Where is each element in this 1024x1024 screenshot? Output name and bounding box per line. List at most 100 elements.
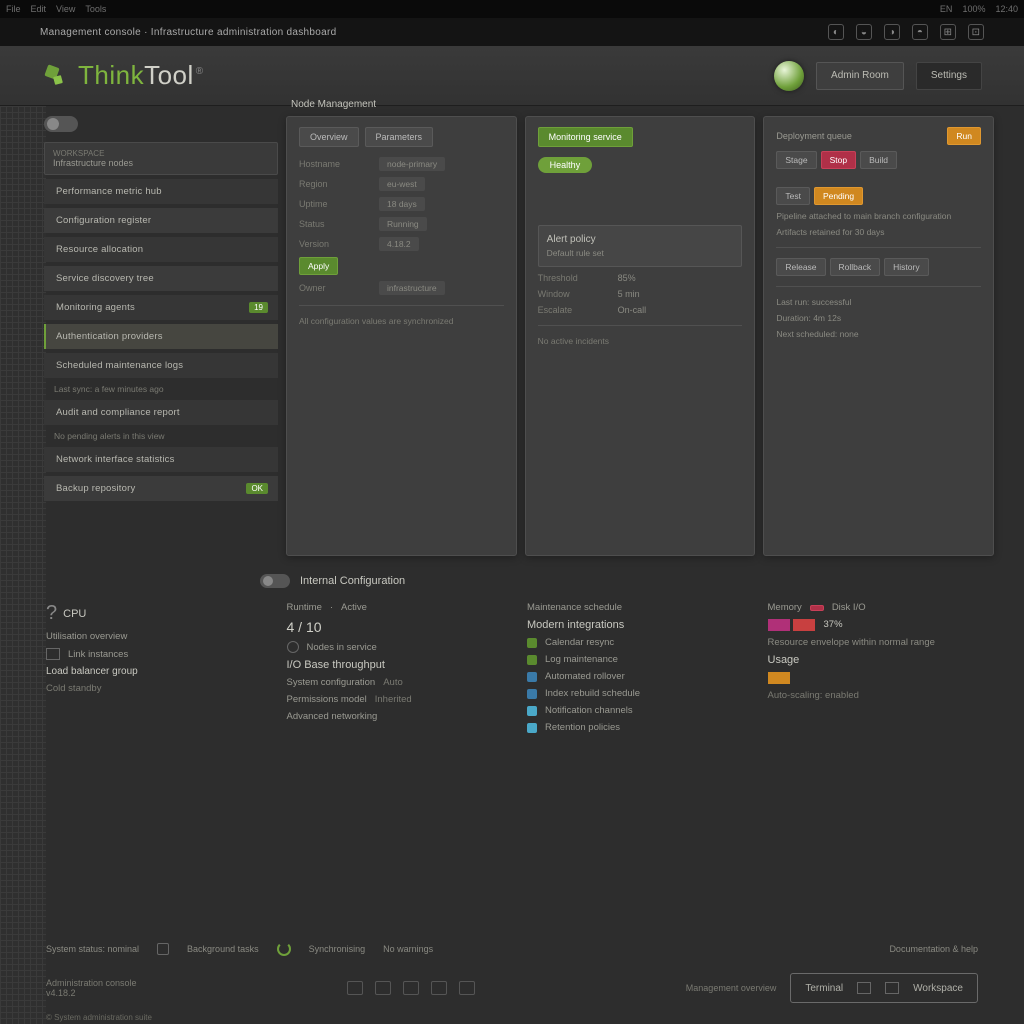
health-pill: Healthy <box>538 157 593 173</box>
field-status: Running <box>379 217 427 231</box>
sidebar-item-network[interactable]: Network interface statistics <box>44 447 278 472</box>
mini-icon-1[interactable] <box>347 981 363 995</box>
run-button[interactable]: Run <box>947 127 981 145</box>
notify-icon[interactable]: ◐ <box>828 24 844 40</box>
window-titlebar: Management console · Infrastructure admi… <box>0 18 1024 46</box>
sidebar-item-maintenance[interactable]: Scheduled maintenance logs <box>44 353 278 378</box>
sidebar: WORKSPACE Infrastructure nodes Performan… <box>18 116 278 556</box>
test-button[interactable]: Test <box>776 187 810 205</box>
mini-icon-4[interactable] <box>431 981 447 995</box>
user-icon[interactable]: ◑ <box>884 24 900 40</box>
usage-swatch: 37% <box>768 619 995 631</box>
logo-icon <box>42 64 66 88</box>
grid-icon[interactable]: ⊞ <box>940 24 956 40</box>
release-chip[interactable]: Release <box>776 258 825 276</box>
app-header: ThinkTool® Admin Room Settings <box>0 46 1024 106</box>
footer-version: v4.18.2 <box>46 988 137 998</box>
tab-monitoring-service[interactable]: Monitoring service <box>538 127 633 147</box>
sync-icon[interactable]: ◒ <box>856 24 872 40</box>
admin-room-button[interactable]: Admin Room <box>816 62 904 90</box>
history-chip[interactable]: History <box>884 258 928 276</box>
cpu-sub: Load balancer group <box>46 666 273 677</box>
cpu-row1: Utilisation overview <box>46 631 273 642</box>
os-menu-edit[interactable]: Edit <box>31 4 47 14</box>
field-threshold: 85% <box>618 273 636 283</box>
pending-tag: Pending <box>814 187 863 205</box>
section-toggle[interactable] <box>260 574 290 588</box>
lower-col-usage: Memory Disk I/O 37% Resource envelope wi… <box>768 602 995 836</box>
window-title: Management console · Infrastructure admi… <box>40 27 336 38</box>
os-menu-view[interactable]: View <box>56 4 75 14</box>
stop-button[interactable]: Stop <box>821 151 857 169</box>
field-window: 5 min <box>618 289 640 299</box>
sidebar-item-resource[interactable]: Resource allocation <box>44 237 278 262</box>
copyright: © System administration suite <box>46 1013 152 1022</box>
dot-icon <box>527 655 537 665</box>
divider-label: Internal Configuration <box>300 575 405 587</box>
mini-icon-3[interactable] <box>403 981 419 995</box>
panel3-stat1: Last run: successful <box>776 297 981 307</box>
sidebar-item-audit[interactable]: Audit and compliance report <box>44 400 278 425</box>
sidebar-subtext-1: Last sync: a few minutes ago <box>44 382 278 396</box>
sidebar-card-sub: Infrastructure nodes <box>53 158 269 168</box>
field-version: 4.18.2 <box>379 237 419 251</box>
sidebar-item-backup[interactable]: Backup repositoryOK <box>44 476 278 501</box>
panel2-foot: No active incidents <box>538 336 743 346</box>
os-lang: EN <box>940 4 953 14</box>
apply-button[interactable]: Apply <box>299 257 338 275</box>
field-owner: infrastructure <box>379 281 445 295</box>
tab-overview[interactable]: Overview <box>299 127 359 147</box>
alert-policy-card[interactable]: Alert policy Default rule set <box>538 225 743 267</box>
mini-icon-2[interactable] <box>375 981 391 995</box>
sidebar-item-performance[interactable]: Performance metric hub <box>44 179 278 204</box>
help-link[interactable]: Documentation & help <box>889 944 978 954</box>
lower-col-runtime: Runtime·Active 4 / 10 Nodes in service I… <box>287 602 514 836</box>
schedule-sub: Modern integrations <box>527 619 754 631</box>
tab-parameters[interactable]: Parameters <box>365 127 434 147</box>
build-button[interactable]: Build <box>860 151 897 169</box>
help-icon[interactable]: ? <box>46 602 57 625</box>
dot-icon <box>527 689 537 699</box>
expand-icon[interactable]: ⊡ <box>968 24 984 40</box>
field-escalate: On-call <box>618 305 647 315</box>
sync-ring-icon <box>277 942 291 956</box>
cpu-row2[interactable]: Link instances <box>68 649 128 660</box>
panel3-title: Deployment queue <box>776 131 852 141</box>
dot-icon <box>527 638 537 648</box>
panel3-stat2: Duration: 4m 12s <box>776 313 981 323</box>
usage-foot: Auto-scaling: enabled <box>768 690 995 701</box>
sidebar-item-config[interactable]: Configuration register <box>44 208 278 233</box>
os-menu-file[interactable]: File <box>6 4 21 14</box>
memory-chip <box>810 605 824 611</box>
footer-mini-icons <box>347 981 475 995</box>
usage-value: 37% <box>824 619 846 631</box>
sidebar-item-monitoring[interactable]: Monitoring agents19 <box>44 295 278 320</box>
mini-icon-5[interactable] <box>459 981 475 995</box>
sidebar-badge-ok: OK <box>246 483 268 494</box>
settings-button[interactable]: Settings <box>916 62 982 90</box>
stage-button[interactable]: Stage <box>776 151 816 169</box>
workspace-box-button[interactable]: Terminal Workspace <box>790 973 978 1003</box>
sidebar-toggle[interactable] <box>44 116 78 132</box>
panel1-foot: All configuration values are synchronize… <box>299 316 504 326</box>
os-menu-tools[interactable]: Tools <box>85 4 106 14</box>
footer-right-label: Management overview <box>686 983 777 993</box>
sidebar-badge: 19 <box>249 302 268 313</box>
field-hostname: node-primary <box>379 157 445 171</box>
rollback-chip[interactable]: Rollback <box>830 258 881 276</box>
io-heading: I/O Base throughput <box>287 659 514 671</box>
cpu-foot: Cold standby <box>46 683 273 694</box>
sidebar-item-auth[interactable]: Authentication providers <box>44 324 278 349</box>
node-icon <box>287 641 299 653</box>
settings-icon[interactable]: ◓ <box>912 24 928 40</box>
terminal-icon <box>857 982 871 994</box>
lower-col-cpu: ?CPU Utilisation overview Link instances… <box>46 602 273 836</box>
sidebar-item-discovery[interactable]: Service discovery tree <box>44 266 278 291</box>
card-sub: Default rule set <box>547 248 734 258</box>
brand-title: ThinkTool® <box>78 60 204 91</box>
usage-line: Resource envelope within normal range <box>768 637 995 648</box>
os-menubar: File Edit View Tools EN 100% 12:40 <box>0 0 1024 18</box>
bottom-bar: Administration console v4.18.2 Managemen… <box>0 970 1024 1006</box>
sidebar-card-title: WORKSPACE <box>53 149 269 158</box>
panel-overview: Node Management Overview Parameters Host… <box>286 116 517 556</box>
